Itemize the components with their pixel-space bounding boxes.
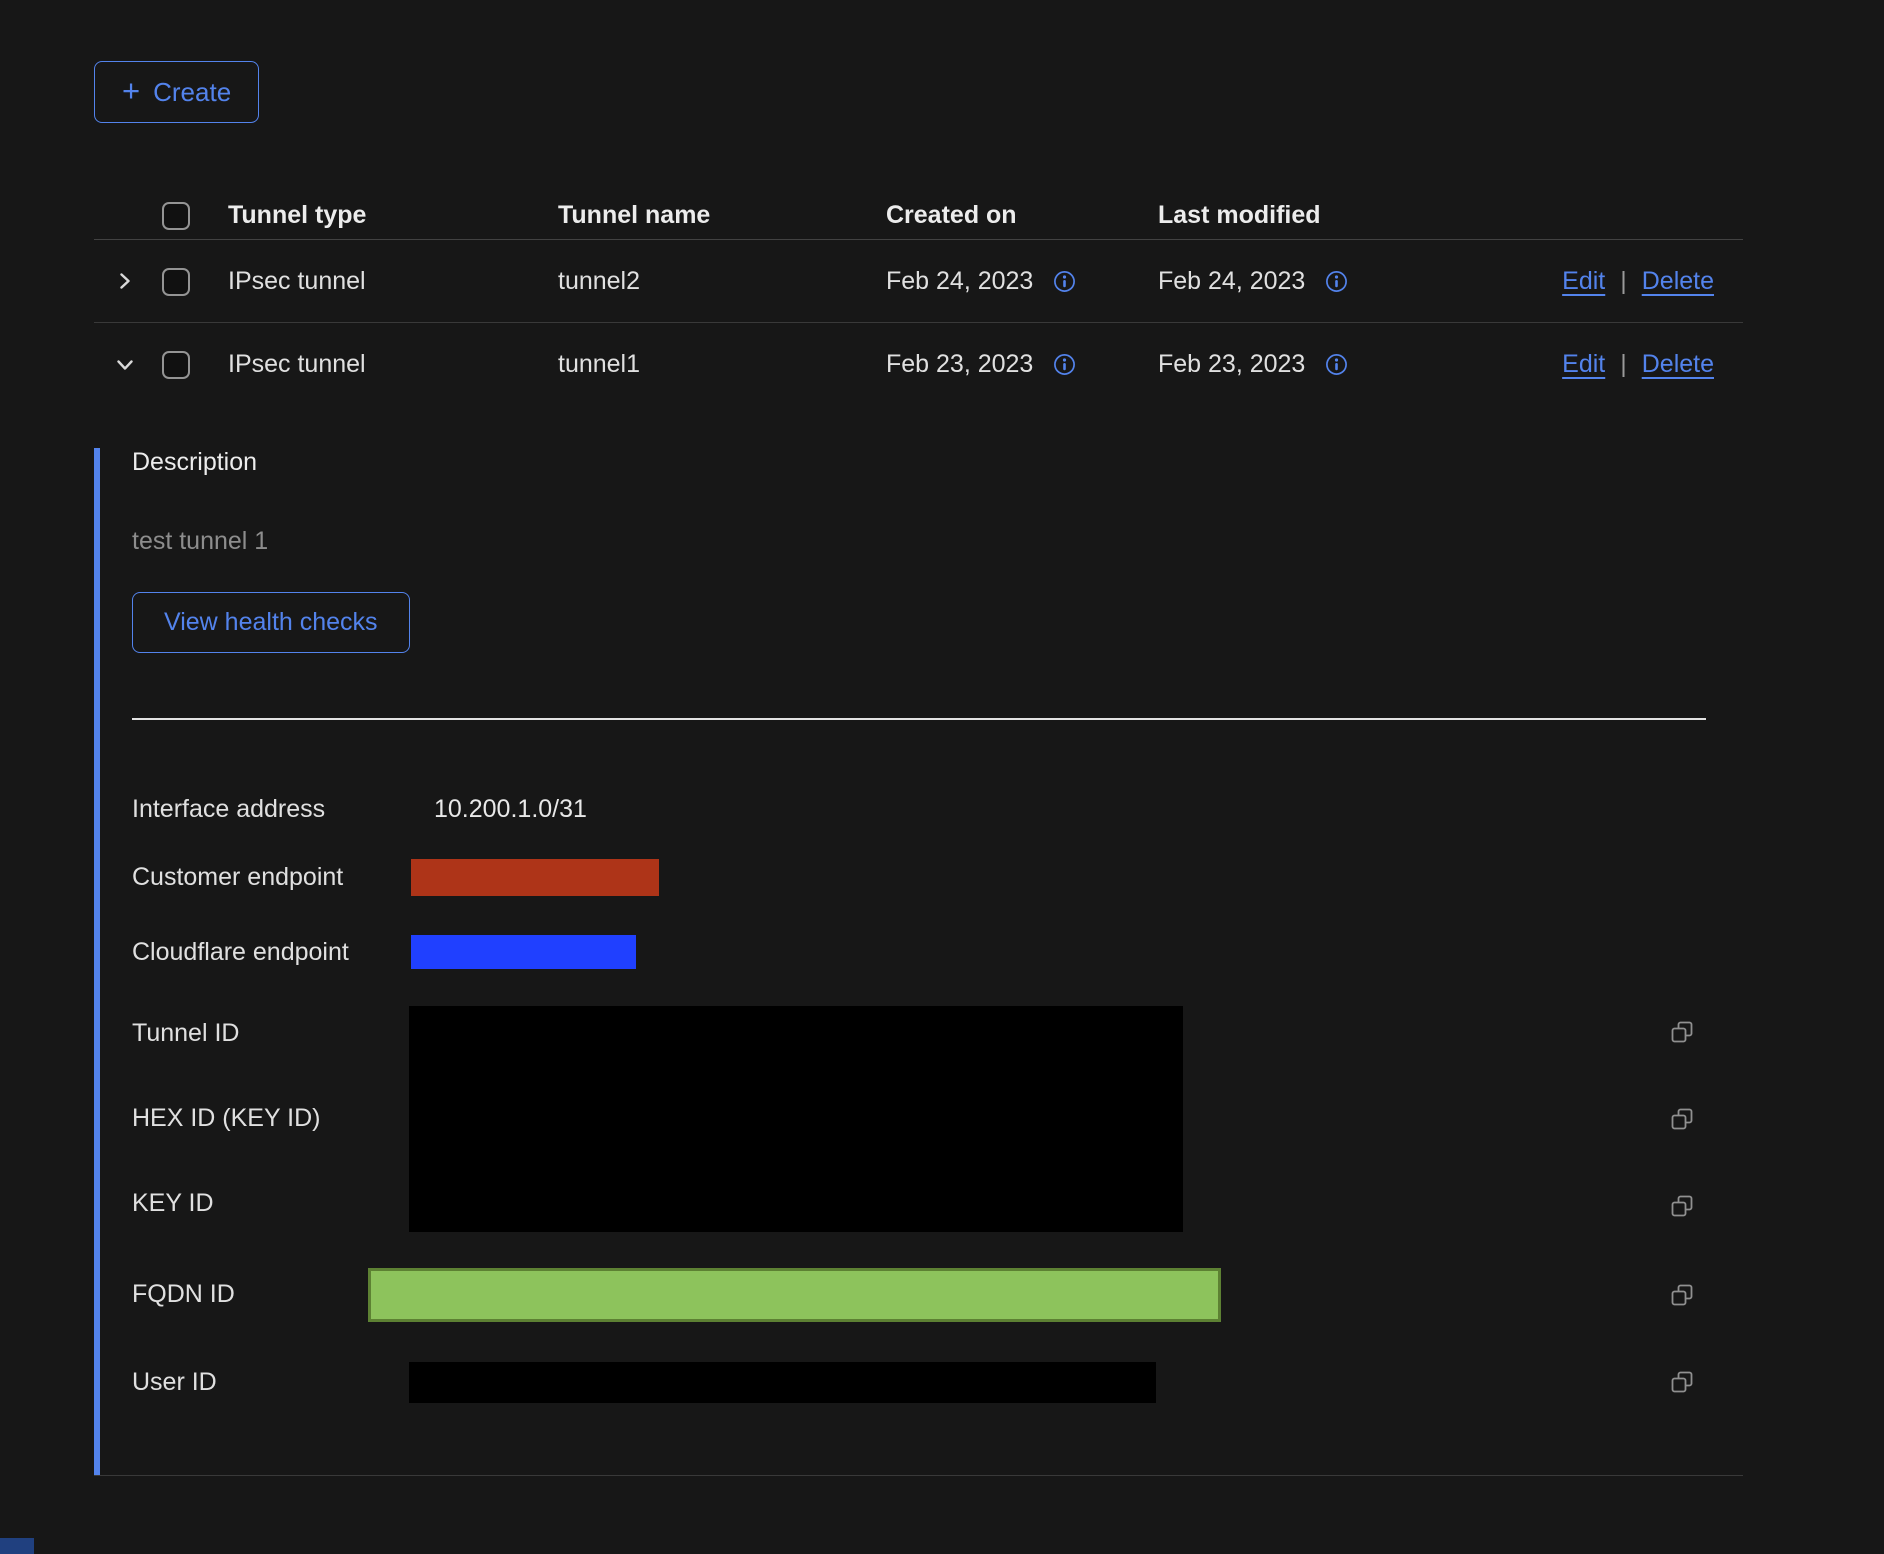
expander-cell [94, 354, 156, 376]
expander-cell [94, 270, 156, 292]
row-checkbox[interactable] [162, 351, 190, 379]
ids-copy-column [1670, 1006, 1694, 1232]
customer-endpoint-redaction [411, 859, 659, 896]
table-row-tunnel2: IPsec tunnel tunnel2 Feb 24, 2023 Feb 24… [94, 240, 1743, 323]
section-divider [132, 718, 1706, 720]
field-row-user-id: User ID [132, 1362, 1743, 1403]
row-checkbox[interactable] [162, 268, 190, 296]
view-health-checks-button[interactable]: View health checks [132, 592, 410, 653]
info-icon [1325, 270, 1348, 293]
info-icon [1325, 353, 1348, 376]
field-row-interface-address: Interface address 10.200.1.0/31 [132, 780, 1743, 840]
copy-icon [1670, 1283, 1694, 1307]
copy-fqdn-id-button[interactable] [1670, 1283, 1694, 1307]
user-id-label: User ID [132, 1368, 409, 1397]
column-header-tunnel-name: Tunnel name [558, 201, 886, 230]
delete-link[interactable]: Delete [1642, 267, 1714, 296]
description-value: test tunnel 1 [132, 527, 1743, 556]
expand-row-button[interactable] [94, 270, 156, 292]
copy-tunnel-id-button[interactable] [1670, 1020, 1694, 1044]
cloudflare-endpoint-label: Cloudflare endpoint [132, 938, 409, 967]
edit-link[interactable]: Edit [1562, 267, 1605, 296]
header-checkbox-cell [156, 202, 228, 230]
chevron-down-icon [114, 354, 136, 376]
created-on-cell: Feb 23, 2023 [886, 350, 1158, 379]
tunnel-type-cell: IPsec tunnel [228, 350, 558, 379]
interface-address-value: 10.200.1.0/31 [434, 795, 587, 824]
delete-link[interactable]: Delete [1642, 350, 1714, 379]
last-modified-value: Feb 24, 2023 [1158, 267, 1305, 296]
created-on-value: Feb 24, 2023 [886, 267, 1033, 296]
create-button-label: Create [153, 77, 231, 108]
info-icon [1053, 270, 1076, 293]
ids-redaction [409, 1006, 1183, 1232]
field-row-customer-endpoint: Customer endpoint [132, 840, 1743, 915]
chevron-right-icon [114, 270, 136, 292]
info-button[interactable] [1053, 353, 1076, 376]
info-icon [1053, 353, 1076, 376]
select-all-checkbox[interactable] [162, 202, 190, 230]
edit-link[interactable]: Edit [1562, 350, 1605, 379]
description-label: Description [132, 448, 1743, 477]
created-on-cell: Feb 24, 2023 [886, 267, 1158, 296]
fqdn-id-redaction [368, 1268, 1221, 1322]
copy-icon [1670, 1370, 1694, 1394]
column-header-created-on: Created on [886, 201, 1158, 230]
copy-user-id-button[interactable] [1670, 1370, 1694, 1394]
collapse-row-button[interactable] [94, 354, 156, 376]
copy-icon [1670, 1020, 1694, 1044]
field-row-fqdn-id: FQDN ID [132, 1268, 1743, 1322]
last-modified-cell: Feb 23, 2023 [1158, 350, 1430, 379]
create-button[interactable]: + Create [94, 61, 259, 123]
tunnel-name-cell: tunnel1 [558, 350, 886, 379]
key-id-label: KEY ID [132, 1189, 409, 1218]
action-separator: | [1620, 350, 1627, 379]
column-header-last-modified: Last modified [1158, 201, 1430, 230]
info-button[interactable] [1325, 353, 1348, 376]
copy-icon [1670, 1107, 1694, 1131]
cloudflare-endpoint-redaction [411, 935, 636, 969]
ids-label-column: Tunnel ID HEX ID (KEY ID) KEY ID [132, 1006, 409, 1232]
hex-id-label: HEX ID (KEY ID) [132, 1104, 409, 1133]
user-id-redaction [409, 1362, 1156, 1403]
copy-hex-id-button[interactable] [1670, 1107, 1694, 1131]
tunnel-id-label: Tunnel ID [132, 1019, 409, 1048]
last-modified-value: Feb 23, 2023 [1158, 350, 1305, 379]
info-button[interactable] [1053, 270, 1076, 293]
field-row-cloudflare-endpoint: Cloudflare endpoint [132, 915, 1743, 990]
info-button[interactable] [1325, 270, 1348, 293]
plus-icon: + [122, 73, 140, 109]
actions-cell: Edit | Delete [1430, 267, 1743, 296]
customer-endpoint-label: Customer endpoint [132, 863, 409, 892]
interface-address-label: Interface address [132, 795, 409, 824]
tunnels-table: Tunnel type Tunnel name Created on Last … [94, 192, 1743, 1476]
bottom-left-fragment [0, 1538, 34, 1554]
tunnel-name-cell: tunnel2 [558, 267, 886, 296]
tunnel-details-panel: Description test tunnel 1 View health ch… [94, 448, 1743, 1476]
created-on-value: Feb 23, 2023 [886, 350, 1033, 379]
tunnel-type-cell: IPsec tunnel [228, 267, 558, 296]
field-row-ids-group: Tunnel ID HEX ID (KEY ID) KEY ID [132, 1006, 1743, 1232]
copy-key-id-button[interactable] [1670, 1194, 1694, 1218]
copy-icon [1670, 1194, 1694, 1218]
last-modified-cell: Feb 24, 2023 [1158, 267, 1430, 296]
checkbox-cell [156, 350, 228, 379]
checkbox-cell [156, 266, 228, 295]
table-row-tunnel1: IPsec tunnel tunnel1 Feb 23, 2023 Feb 23… [94, 323, 1743, 406]
table-header-row: Tunnel type Tunnel name Created on Last … [94, 192, 1743, 240]
tunnels-page: + Create Tunnel type Tunnel name Created… [94, 61, 1743, 1476]
actions-cell: Edit | Delete [1430, 350, 1743, 379]
expanded-row-indicator [94, 448, 100, 1475]
column-header-tunnel-type: Tunnel type [228, 201, 558, 230]
action-separator: | [1620, 267, 1627, 296]
